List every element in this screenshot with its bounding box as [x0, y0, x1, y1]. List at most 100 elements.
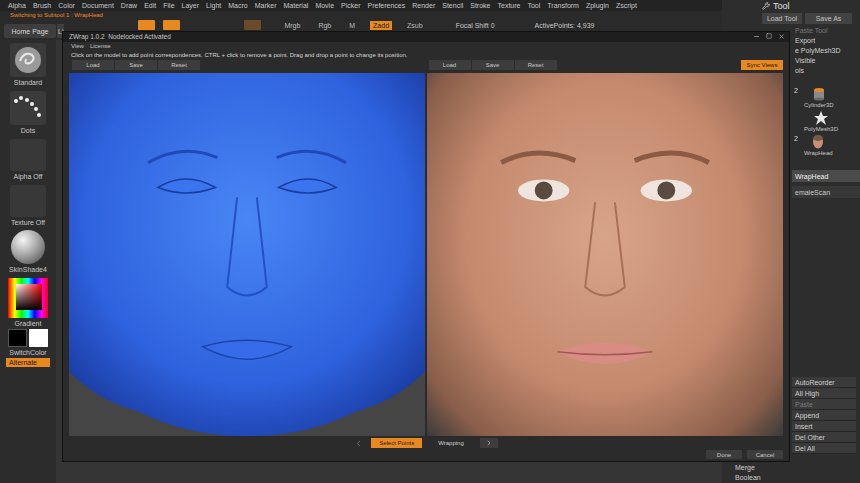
- tool-button[interactable]: Save As: [805, 13, 852, 24]
- tool-button[interactable]: [163, 20, 180, 30]
- mode-button[interactable]: Rgb: [315, 21, 334, 30]
- mode-button[interactable]: Zsub: [404, 21, 426, 30]
- head-icon: [810, 135, 826, 149]
- left-view-button[interactable]: Reset: [158, 60, 200, 70]
- base-mesh-viewport[interactable]: [69, 73, 425, 436]
- stroke-button[interactable]: Dots: [10, 91, 46, 134]
- texture-button[interactable]: Texture Off: [10, 185, 46, 226]
- home-page-button[interactable]: Home Page: [4, 24, 56, 38]
- next-step-button[interactable]: [480, 438, 498, 448]
- maximize-icon[interactable]: [766, 33, 772, 39]
- scan-viewport[interactable]: [427, 73, 783, 436]
- tool-thumbnail[interactable]: 2WrapHead: [794, 135, 856, 156]
- dialog-action-button[interactable]: Done: [706, 450, 742, 459]
- left-view-button[interactable]: Save: [115, 60, 157, 70]
- menu-item[interactable]: Render: [412, 2, 435, 9]
- head-render: [69, 73, 425, 436]
- menu-item[interactable]: Picker: [341, 2, 360, 9]
- tool-buttons: [138, 20, 261, 30]
- mode-button[interactable]: M: [346, 21, 358, 30]
- subtool-button[interactable]: All High: [792, 388, 856, 399]
- tool-button[interactable]: Load Tool: [762, 13, 802, 24]
- right-view-button[interactable]: Save: [472, 60, 514, 70]
- subtool-row[interactable]: WrapHead: [792, 170, 860, 182]
- dialog-action-button[interactable]: Cancel: [747, 450, 783, 459]
- sync-views-button[interactable]: Sync Views: [741, 60, 783, 70]
- previous-step-icon[interactable]: [354, 439, 363, 448]
- menu-item[interactable]: Color: [58, 2, 75, 9]
- bottom-tool-button[interactable]: Boolean: [722, 472, 860, 482]
- menu-item[interactable]: Macro: [228, 2, 247, 9]
- subtool-button[interactable]: AutoReorder: [792, 377, 856, 388]
- menu-item[interactable]: Edit: [144, 2, 156, 9]
- color-swatches[interactable]: [8, 329, 48, 347]
- menu-item[interactable]: Brush: [33, 2, 51, 9]
- menu-item[interactable]: Draw: [121, 2, 137, 9]
- dialog-actions: Done Cancel: [63, 450, 789, 461]
- alpha-button[interactable]: Alpha Off: [10, 139, 46, 180]
- next-step-icon: [485, 439, 493, 447]
- step-bar: Select Points Wrapping: [63, 436, 789, 450]
- menu-item[interactable]: Movie: [315, 2, 334, 9]
- subtool-row[interactable]: emaleScan: [792, 186, 860, 198]
- menu-item[interactable]: Material: [283, 2, 308, 9]
- mode-button[interactable]: Mrgb: [281, 21, 303, 30]
- menu-item[interactable]: File: [163, 2, 174, 9]
- close-icon[interactable]: [778, 33, 785, 40]
- menu-item[interactable]: Stencil: [442, 2, 463, 9]
- right-view-button[interactable]: Reset: [515, 60, 557, 70]
- menu-item[interactable]: Texture: [497, 2, 520, 9]
- brush-button[interactable]: Standard: [10, 43, 46, 86]
- step-tab[interactable]: Select Points: [371, 438, 422, 448]
- tool-button[interactable]: [138, 20, 155, 30]
- dots-icon: [10, 91, 46, 125]
- tool-button[interactable]: [244, 20, 261, 30]
- material-button[interactable]: SkinShade4: [9, 230, 47, 273]
- menu-item[interactable]: Document: [82, 2, 114, 9]
- dialog-menu-item[interactable]: License: [90, 43, 111, 49]
- dialog-menu-item[interactable]: View: [71, 43, 84, 49]
- menu-item[interactable]: Zscript: [616, 2, 637, 9]
- subtool-button[interactable]: Paste: [792, 399, 856, 410]
- status-message: Switching to Subtool 1 : WrapHead: [0, 11, 722, 19]
- color-picker-square[interactable]: [16, 284, 42, 310]
- gradient-label[interactable]: Gradient: [15, 320, 42, 327]
- menu-item[interactable]: Marker: [255, 2, 277, 9]
- menu-item[interactable]: Layer: [182, 2, 200, 9]
- instruction: Click on the model to add point correspo…: [63, 51, 789, 59]
- dialog-menu: View License: [63, 42, 789, 51]
- subtool-button[interactable]: Del Other: [792, 432, 856, 443]
- menu-item[interactable]: Preferences: [368, 2, 406, 9]
- primary-swatch[interactable]: [8, 329, 27, 347]
- right-view-button[interactable]: Load: [429, 60, 471, 70]
- left-shelf: Standard Dots Alpha Off Texture Off SkinShad…: [0, 40, 56, 483]
- mode-button[interactable]: Zadd: [370, 21, 392, 30]
- dialog-title-bar: ZWrap 1.0.2 Nodelocked Activated: [63, 32, 789, 42]
- subtool-button[interactable]: Append: [792, 410, 856, 421]
- tool-panel-header: Tool: [722, 0, 860, 12]
- menu-item[interactable]: Transform: [547, 2, 579, 9]
- minimize-icon[interactable]: [753, 33, 760, 40]
- menu-item[interactable]: Tool: [527, 2, 540, 9]
- active-points: ActivePoints: 4,939: [535, 22, 595, 29]
- subtool-button[interactable]: Insert: [792, 421, 856, 432]
- menu-item[interactable]: Light: [206, 2, 221, 9]
- bottom-tool-button[interactable]: Merge: [722, 462, 860, 472]
- color-picker[interactable]: [8, 278, 48, 318]
- step-tab[interactable]: Wrapping: [430, 438, 472, 448]
- menu-bar: Alpha Brush Color Document Draw Edit File Layer…: [0, 0, 722, 11]
- menu-item[interactable]: Stroke: [470, 2, 490, 9]
- alpha-swatch: [10, 139, 46, 171]
- tool-thumbnail[interactable]: 2Cylinder3D: [794, 87, 856, 108]
- alternate-button[interactable]: Alternate: [6, 358, 50, 367]
- left-view-button[interactable]: Load: [72, 60, 114, 70]
- brush-icon: [10, 43, 46, 77]
- menu-item[interactable]: Zplugin: [586, 2, 609, 9]
- switch-color[interactable]: SwitchColor: [9, 349, 46, 356]
- subtool-button[interactable]: Del All: [792, 443, 856, 454]
- focal-shift[interactable]: Focal Shift 0: [456, 22, 495, 29]
- zbrush-app: Alpha Brush Color Document Draw Edit File Layer…: [0, 0, 860, 483]
- secondary-swatch[interactable]: [29, 329, 48, 347]
- tool-thumbnail[interactable]: PolyMesh3D: [794, 111, 856, 132]
- menu-item[interactable]: Alpha: [8, 2, 26, 9]
